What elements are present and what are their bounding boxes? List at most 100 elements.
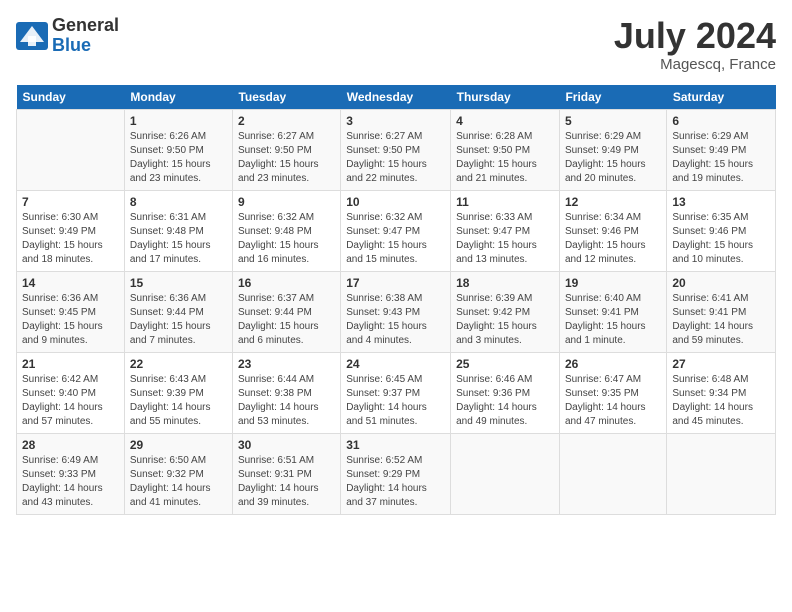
day-number: 22 xyxy=(130,357,227,371)
logo: General Blue xyxy=(16,16,119,56)
cell-info: Sunrise: 6:27 AMSunset: 9:50 PMDaylight:… xyxy=(238,131,319,184)
calendar-cell: 10 Sunrise: 6:32 AMSunset: 9:47 PMDayligh… xyxy=(341,190,451,271)
calendar-cell: 28Sunrise: 6:49 AMSunset: 9:33 PMDayligh… xyxy=(17,433,125,514)
day-number: 17 xyxy=(346,276,445,290)
calendar-container: General Blue July 2024 Magescq, France S… xyxy=(0,0,792,523)
cell-info: Sunrise: 6:40 AMSunset: 9:41 PMDaylight:… xyxy=(565,293,646,346)
calendar-cell xyxy=(451,433,560,514)
cell-info: Sunrise: 6:31 AMSunset: 9:48 PMDaylight:… xyxy=(130,212,211,265)
day-number: 1 xyxy=(130,114,227,128)
calendar-cell: 27 Sunrise: 6:48 AMSunset: 9:34 PMDayligh… xyxy=(667,352,776,433)
calendar-cell xyxy=(17,109,125,190)
calendar-table: Sunday Monday Tuesday Wednesday Thursday… xyxy=(16,85,776,515)
day-number: 2 xyxy=(238,114,335,128)
header-row: Sunday Monday Tuesday Wednesday Thursday… xyxy=(17,85,776,110)
col-monday: Monday xyxy=(124,85,232,110)
day-number: 18 xyxy=(456,276,554,290)
cell-info: Sunrise: 6:29 AMSunset: 9:49 PMDaylight:… xyxy=(565,131,646,184)
day-number: 25 xyxy=(456,357,554,371)
calendar-cell: 13Sunrise: 6:35 AMSunset: 9:46 PMDayligh… xyxy=(667,190,776,271)
calendar-cell: 25 Sunrise: 6:46 AMSunset: 9:36 PMDayligh… xyxy=(451,352,560,433)
col-thursday: Thursday xyxy=(451,85,560,110)
header: General Blue July 2024 Magescq, France xyxy=(16,16,776,73)
cell-info: Sunrise: 6:45 AMSunset: 9:37 PMDaylight:… xyxy=(346,374,427,427)
calendar-week-2: 7 Sunrise: 6:30 AMSunset: 9:49 PMDaylight… xyxy=(17,190,776,271)
day-number: 21 xyxy=(22,357,119,371)
cell-info: Sunrise: 6:36 AMSunset: 9:44 PMDaylight:… xyxy=(130,293,211,346)
calendar-cell xyxy=(559,433,666,514)
calendar-cell: 20 Sunrise: 6:41 AMSunset: 9:41 PMDayligh… xyxy=(667,271,776,352)
calendar-week-4: 21 Sunrise: 6:42 AMSunset: 9:40 PMDayligh… xyxy=(17,352,776,433)
cell-info: Sunrise: 6:52 AMSunset: 9:29 PMDaylight:… xyxy=(346,455,427,508)
cell-info: Sunrise: 6:30 AMSunset: 9:49 PMDaylight:… xyxy=(22,212,103,265)
logo-text: General Blue xyxy=(52,16,119,56)
cell-info: Sunrise: 6:26 AMSunset: 9:50 PMDaylight:… xyxy=(130,131,211,184)
cell-info: Sunrise: 6:35 AMSunset: 9:46 PMDaylight:… xyxy=(672,212,753,265)
cell-info: Sunrise: 6:37 AMSunset: 9:44 PMDaylight:… xyxy=(238,293,319,346)
calendar-week-5: 28Sunrise: 6:49 AMSunset: 9:33 PMDayligh… xyxy=(17,433,776,514)
col-saturday: Saturday xyxy=(667,85,776,110)
calendar-cell: 15 Sunrise: 6:36 AMSunset: 9:44 PMDayligh… xyxy=(124,271,232,352)
cell-info: Sunrise: 6:34 AMSunset: 9:46 PMDaylight:… xyxy=(565,212,646,265)
calendar-cell: 17 Sunrise: 6:38 AMSunset: 9:43 PMDayligh… xyxy=(341,271,451,352)
calendar-cell: 1 Sunrise: 6:26 AMSunset: 9:50 PMDaylight… xyxy=(124,109,232,190)
calendar-cell: 11 Sunrise: 6:33 AMSunset: 9:47 PMDayligh… xyxy=(451,190,560,271)
day-number: 28 xyxy=(22,438,119,452)
cell-info: Sunrise: 6:32 AMSunset: 9:47 PMDaylight:… xyxy=(346,212,427,265)
day-number: 10 xyxy=(346,195,445,209)
calendar-cell: 9Sunrise: 6:32 AMSunset: 9:48 PMDaylight… xyxy=(232,190,340,271)
cell-info: Sunrise: 6:36 AMSunset: 9:45 PMDaylight:… xyxy=(22,293,103,346)
calendar-cell: 23Sunrise: 6:44 AMSunset: 9:38 PMDayligh… xyxy=(232,352,340,433)
col-friday: Friday xyxy=(559,85,666,110)
day-number: 29 xyxy=(130,438,227,452)
cell-info: Sunrise: 6:38 AMSunset: 9:43 PMDaylight:… xyxy=(346,293,427,346)
calendar-cell: 7 Sunrise: 6:30 AMSunset: 9:49 PMDaylight… xyxy=(17,190,125,271)
day-number: 24 xyxy=(346,357,445,371)
day-number: 15 xyxy=(130,276,227,290)
logo-icon xyxy=(16,22,48,50)
day-number: 26 xyxy=(565,357,661,371)
calendar-cell: 30Sunrise: 6:51 AMSunset: 9:31 PMDayligh… xyxy=(232,433,340,514)
day-number: 7 xyxy=(22,195,119,209)
calendar-week-3: 14 Sunrise: 6:36 AMSunset: 9:45 PMDayligh… xyxy=(17,271,776,352)
logo-general: General xyxy=(52,16,119,36)
day-number: 5 xyxy=(565,114,661,128)
calendar-week-1: 1 Sunrise: 6:26 AMSunset: 9:50 PMDaylight… xyxy=(17,109,776,190)
calendar-cell: 2 Sunrise: 6:27 AMSunset: 9:50 PMDaylight… xyxy=(232,109,340,190)
day-number: 8 xyxy=(130,195,227,209)
day-number: 30 xyxy=(238,438,335,452)
cell-info: Sunrise: 6:41 AMSunset: 9:41 PMDaylight:… xyxy=(672,293,753,346)
day-number: 20 xyxy=(672,276,770,290)
cell-info: Sunrise: 6:39 AMSunset: 9:42 PMDaylight:… xyxy=(456,293,537,346)
day-number: 6 xyxy=(672,114,770,128)
cell-info: Sunrise: 6:28 AMSunset: 9:50 PMDaylight:… xyxy=(456,131,537,184)
month-title: July 2024 xyxy=(614,16,776,56)
calendar-cell: 18 Sunrise: 6:39 AMSunset: 9:42 PMDayligh… xyxy=(451,271,560,352)
cell-info: Sunrise: 6:50 AMSunset: 9:32 PMDaylight:… xyxy=(130,455,211,508)
day-number: 19 xyxy=(565,276,661,290)
cell-info: Sunrise: 6:27 AMSunset: 9:50 PMDaylight:… xyxy=(346,131,427,184)
day-number: 11 xyxy=(456,195,554,209)
cell-info: Sunrise: 6:42 AMSunset: 9:40 PMDaylight:… xyxy=(22,374,103,427)
col-tuesday: Tuesday xyxy=(232,85,340,110)
calendar-cell: 29 Sunrise: 6:50 AMSunset: 9:32 PMDayligh… xyxy=(124,433,232,514)
calendar-cell: 21 Sunrise: 6:42 AMSunset: 9:40 PMDayligh… xyxy=(17,352,125,433)
calendar-cell: 4 Sunrise: 6:28 AMSunset: 9:50 PMDaylight… xyxy=(451,109,560,190)
calendar-cell: 3Sunrise: 6:27 AMSunset: 9:50 PMDaylight… xyxy=(341,109,451,190)
day-number: 9 xyxy=(238,195,335,209)
cell-info: Sunrise: 6:46 AMSunset: 9:36 PMDaylight:… xyxy=(456,374,537,427)
day-number: 27 xyxy=(672,357,770,371)
day-number: 23 xyxy=(238,357,335,371)
title-block: July 2024 Magescq, France xyxy=(614,16,776,73)
logo-blue: Blue xyxy=(52,36,119,56)
day-number: 4 xyxy=(456,114,554,128)
calendar-cell: 24 Sunrise: 6:45 AMSunset: 9:37 PMDayligh… xyxy=(341,352,451,433)
cell-info: Sunrise: 6:33 AMSunset: 9:47 PMDaylight:… xyxy=(456,212,537,265)
day-number: 31 xyxy=(346,438,445,452)
cell-info: Sunrise: 6:48 AMSunset: 9:34 PMDaylight:… xyxy=(672,374,753,427)
day-number: 12 xyxy=(565,195,661,209)
day-number: 14 xyxy=(22,276,119,290)
calendar-cell xyxy=(667,433,776,514)
day-number: 16 xyxy=(238,276,335,290)
cell-info: Sunrise: 6:29 AMSunset: 9:49 PMDaylight:… xyxy=(672,131,753,184)
